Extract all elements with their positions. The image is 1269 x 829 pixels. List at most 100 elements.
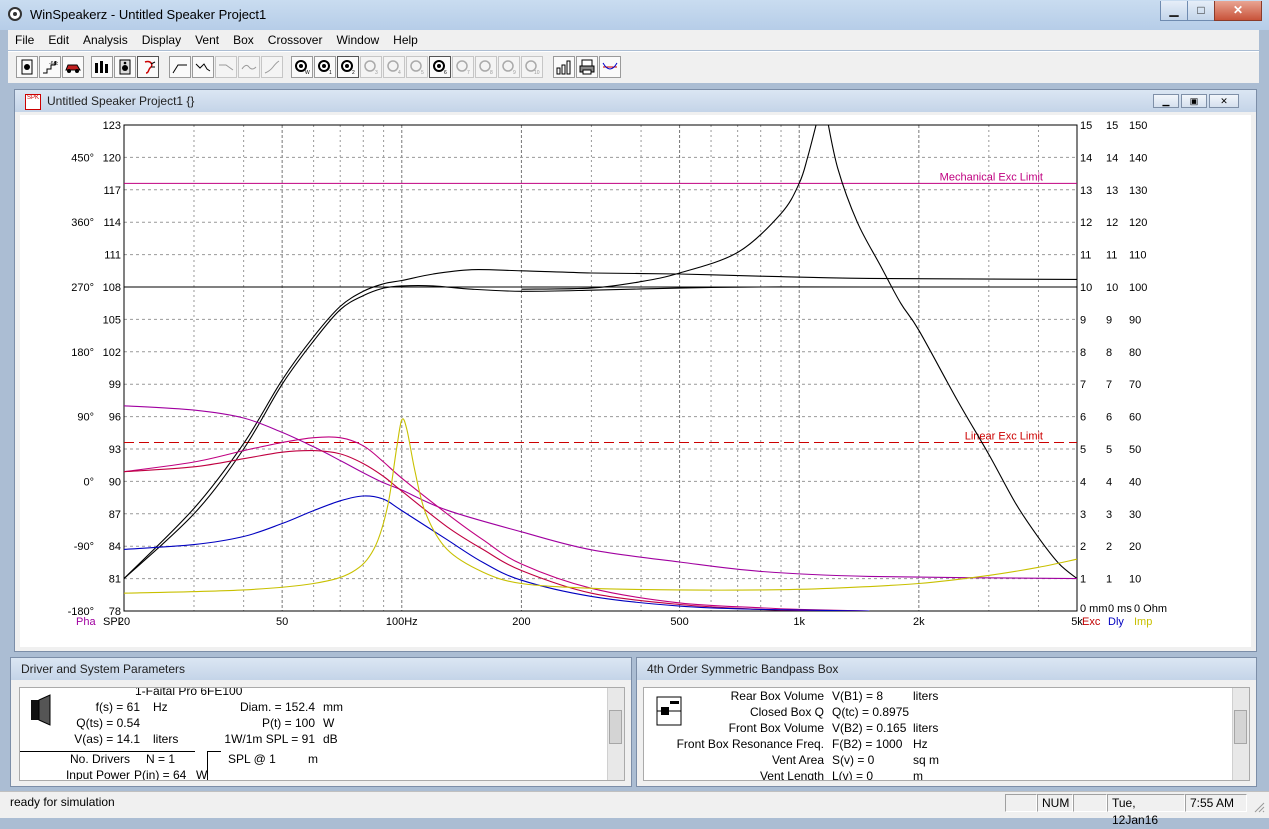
menu-vent[interactable]: Vent xyxy=(188,30,226,50)
vent-length-unit: m xyxy=(913,769,923,781)
driver-scroll-thumb[interactable] xyxy=(609,710,622,744)
curve-rise-icon[interactable] xyxy=(261,56,283,78)
svg-text:2: 2 xyxy=(352,70,355,75)
chart-series-line xyxy=(124,436,870,611)
slot-7-icon[interactable]: 7 xyxy=(452,56,474,78)
front-box-resonance-label: Front Box Resonance Freq. xyxy=(676,737,824,751)
front-box-volume-value[interactable]: V(B2) = 0.165 xyxy=(832,721,906,735)
menu-file[interactable]: File xyxy=(8,30,41,50)
overlay-icon[interactable] xyxy=(599,56,621,78)
bar-graph-icon[interactable] xyxy=(553,56,575,78)
minimize-button[interactable]: ▁ xyxy=(1160,1,1188,21)
diam-unit: mm xyxy=(323,700,343,714)
right-axis-tick-label-3: 40 xyxy=(1129,476,1141,488)
vas-value[interactable]: V(as) = 14.1 xyxy=(70,732,140,746)
right-axis-tick-label-3: 140 xyxy=(1129,152,1147,164)
right-axis-tick-label-2: 8 xyxy=(1106,347,1112,359)
vent-area-value[interactable]: S(v) = 0 xyxy=(832,753,874,767)
right-axis-tick-label-2: 5 xyxy=(1106,444,1112,456)
box-panel-scrollbar[interactable] xyxy=(1232,688,1249,780)
input-power-value[interactable]: P(in) = 64 xyxy=(134,768,186,780)
right-axis-tick-label-1: 14 xyxy=(1080,152,1092,164)
right-axis-tick-label-1: 6 xyxy=(1080,412,1086,424)
input-power-unit: W xyxy=(196,768,208,781)
driver-panel-scrollbar[interactable] xyxy=(607,688,624,780)
project-restore-button[interactable]: ▣ xyxy=(1181,94,1207,108)
x-tick-label: 500 xyxy=(670,616,688,628)
right-axis-tick-label-3: 110 xyxy=(1129,250,1147,262)
right-axis-tick-label-1: 3 xyxy=(1080,509,1086,521)
rear-box-volume-value[interactable]: V(B1) = 8 xyxy=(832,689,883,703)
front-box-volume-label: Front Box Volume xyxy=(728,721,824,735)
x-tick-label: 100Hz xyxy=(386,616,418,628)
menu-help[interactable]: Help xyxy=(386,30,425,50)
right-axis-tick-label-1: 11 xyxy=(1080,250,1091,262)
svg-text:8: 8 xyxy=(490,70,493,75)
slot-w-icon[interactable]: W xyxy=(291,56,313,78)
phase-tick-label: -90° xyxy=(74,541,94,553)
qts-value[interactable]: Q(ts) = 0.54 xyxy=(70,716,140,730)
slot-2-icon[interactable]: 2 xyxy=(337,56,359,78)
diam-value[interactable]: Diam. = 152.4 xyxy=(210,700,315,714)
slot-8-icon[interactable]: 8 xyxy=(475,56,497,78)
project-close-button[interactable]: ✕ xyxy=(1209,94,1239,108)
print-icon[interactable] xyxy=(576,56,598,78)
spl-1w-value[interactable]: 1W/1m SPL = 91 xyxy=(190,732,315,746)
close-button[interactable]: ✕ xyxy=(1214,1,1262,21)
slot-6-icon[interactable]: 6 xyxy=(429,56,451,78)
spl-tick-label: 81 xyxy=(109,574,121,586)
right-axis-tick-label-2: 9 xyxy=(1106,314,1112,326)
status-caps-cell xyxy=(1005,794,1037,812)
slot-9-icon[interactable]: 9 xyxy=(498,56,520,78)
slot-1-icon[interactable]: 1 xyxy=(314,56,336,78)
car-icon[interactable] xyxy=(62,56,84,78)
curve-flat-icon[interactable] xyxy=(215,56,237,78)
spl-tick-label: 114 xyxy=(103,217,121,229)
curve-bandpass-icon[interactable] xyxy=(192,56,214,78)
ear-icon[interactable] xyxy=(137,56,159,78)
box-scroll-thumb[interactable] xyxy=(1234,710,1247,744)
legend-label: Exc xyxy=(1082,616,1101,628)
chart-series-line xyxy=(521,125,817,290)
box-panel-title: 4th Order Symmetric Bandpass Box xyxy=(637,658,1256,680)
status-num: NUM xyxy=(1037,794,1073,812)
right-axis-tick-label-2: 0 ms xyxy=(1108,603,1132,615)
menu-display[interactable]: Display xyxy=(135,30,188,50)
step-6db-icon[interactable]: -6db xyxy=(39,56,61,78)
response-chart[interactable]: Mechanical Exc LimitLinear Exc Limit 123… xyxy=(20,114,1250,634)
phase-tick-label: 180° xyxy=(71,347,94,359)
curve-highpass-icon[interactable] xyxy=(169,56,191,78)
spl-at-label[interactable]: SPL @ 1 xyxy=(228,752,276,766)
slot-3-icon[interactable]: 3 xyxy=(360,56,382,78)
vent-length-value[interactable]: L(v) = 0 xyxy=(832,769,873,780)
menu-analysis[interactable]: Analysis xyxy=(76,30,135,50)
closed-box-q-value[interactable]: Q(tc) = 0.8975 xyxy=(832,705,909,719)
title-bar: WinSpeakerz - Untitled Speaker Project1 … xyxy=(0,0,1269,30)
menu-edit[interactable]: Edit xyxy=(41,30,76,50)
slot-10-icon[interactable]: 10 xyxy=(521,56,543,78)
right-axis-tick-label-3: 60 xyxy=(1129,412,1141,424)
slot-5-icon[interactable]: 5 xyxy=(406,56,428,78)
project-minimize-button[interactable]: ▁ xyxy=(1153,94,1179,108)
driver-icon[interactable] xyxy=(16,56,38,78)
right-axis-tick-label-2: 3 xyxy=(1106,509,1112,521)
rear-box-volume-unit: liters xyxy=(913,689,939,703)
maximize-button[interactable]: □ xyxy=(1187,1,1215,21)
slot-4-icon[interactable]: 4 xyxy=(383,56,405,78)
menu-box[interactable]: Box xyxy=(226,30,261,50)
no-drivers-value[interactable]: N = 1 xyxy=(146,752,175,766)
menu-window[interactable]: Window xyxy=(329,30,386,50)
fs-value[interactable]: f(s) = 61 xyxy=(70,700,140,714)
speaker-icon[interactable] xyxy=(114,56,136,78)
menu-crossover[interactable]: Crossover xyxy=(261,30,330,50)
curve-wave-icon[interactable] xyxy=(238,56,260,78)
pt-value[interactable]: P(t) = 100 xyxy=(210,716,315,730)
resize-grip-icon[interactable] xyxy=(1252,800,1266,814)
chart-series-line xyxy=(124,269,1077,579)
right-axis-tick-label-1: 1 xyxy=(1080,574,1086,586)
right-axis-tick-label-3: 70 xyxy=(1129,379,1141,391)
bars-icon[interactable] xyxy=(91,56,113,78)
spl-1w-unit: dB xyxy=(323,732,338,746)
front-box-resonance-value[interactable]: F(B2) = 1000 xyxy=(832,737,902,751)
chart-series-line xyxy=(827,125,1077,580)
